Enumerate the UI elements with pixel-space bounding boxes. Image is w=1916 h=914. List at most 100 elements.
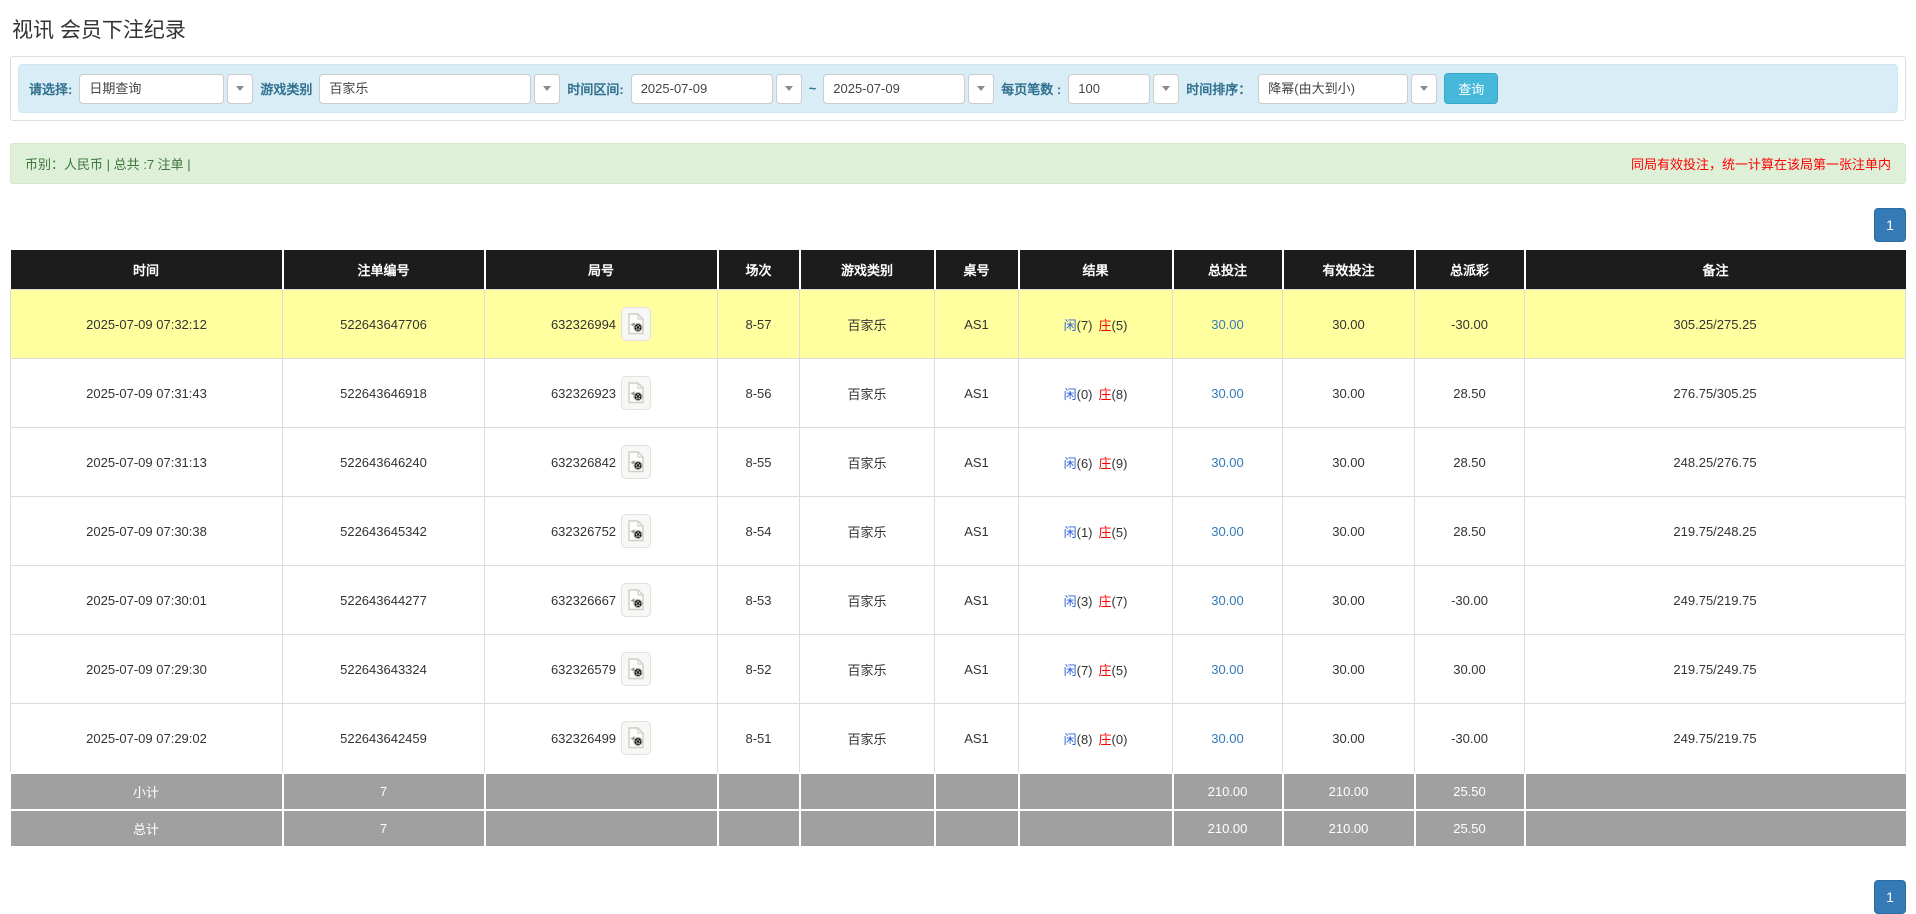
cell-time: 2025-07-09 07:30:01: [10, 565, 283, 635]
video-replay-icon[interactable]: [621, 445, 652, 479]
total-bet-link[interactable]: 30.00: [1211, 317, 1244, 332]
result-banker-score: (5): [1111, 317, 1128, 333]
date-from-select[interactable]: 2025-07-09: [630, 73, 802, 104]
total-bet-link[interactable]: 30.00: [1211, 386, 1244, 401]
sort-order-select[interactable]: 降幂(由大到小): [1258, 73, 1438, 104]
subtotal-row: 小计 7 210.00 210.00 25.50: [10, 772, 1906, 810]
cell-remark: 249.75/219.75: [1524, 703, 1906, 774]
cell-remark: 305.25/275.25: [1524, 289, 1906, 359]
video-replay-icon[interactable]: [621, 376, 652, 410]
cell-table-id: AS1: [934, 496, 1019, 566]
cell-session: 8-56: [717, 358, 800, 428]
result-player-label: 闲: [1063, 731, 1077, 747]
chevron-down-icon[interactable]: [534, 73, 561, 104]
result-player-score: (1): [1076, 524, 1093, 540]
result-banker-score: (9): [1111, 455, 1128, 471]
result-player-score: (6): [1076, 455, 1093, 471]
total-bet-link[interactable]: 30.00: [1211, 731, 1244, 746]
video-replay-icon[interactable]: [621, 652, 652, 686]
table-header-row: 时间 注单编号 局号 场次 游戏类别 桌号 结果 总投注 有效投注 总派彩 备注: [10, 250, 1906, 290]
video-replay-icon[interactable]: [621, 514, 652, 548]
cell-game-type: 百家乐: [799, 496, 935, 566]
cell-remark: 219.75/249.75: [1524, 634, 1906, 704]
sort-order-label: 时间排序：: [1186, 82, 1252, 97]
chevron-down-icon[interactable]: [968, 73, 995, 104]
header-payout: 总派彩: [1413, 250, 1525, 290]
cell-valid-bet: 30.00: [1282, 289, 1415, 359]
cell-result: 闲(6) 庄(9): [1018, 427, 1173, 497]
chevron-down-icon[interactable]: [775, 73, 802, 104]
cell-game-type: 百家乐: [799, 289, 935, 359]
cell-session: 8-53: [717, 565, 800, 635]
tilde-separator: ~: [808, 81, 817, 96]
round-id-text: 632326923: [550, 385, 617, 401]
date-from-value[interactable]: 2025-07-09: [630, 73, 773, 104]
cell-round-id: 632326842: [484, 427, 718, 497]
chevron-down-icon[interactable]: [1411, 73, 1438, 104]
total-bet-link[interactable]: 30.00: [1211, 524, 1244, 539]
cell-remark: 248.25/276.75: [1524, 427, 1906, 497]
table-row: 2025-07-09 07:29:30 522643643324 632326579…: [10, 634, 1906, 704]
cell-result: 闲(0) 庄(8): [1018, 358, 1173, 428]
round-id-text: 632326667: [550, 592, 617, 608]
cell-time: 2025-07-09 07:32:12: [10, 289, 283, 359]
cell-round-id: 632326923: [484, 358, 718, 428]
total-total-bet: 210.00: [1171, 809, 1284, 846]
cell-round-id: 632326667: [484, 565, 718, 635]
sort-order-value[interactable]: 降幂(由大到小): [1258, 73, 1409, 104]
cell-time: 2025-07-09 07:31:13: [10, 427, 283, 497]
page-size-select[interactable]: 100: [1068, 73, 1180, 104]
cell-session: 8-52: [717, 634, 800, 704]
round-id-group: 632326923: [550, 376, 652, 410]
cell-total-bet: 30.00: [1172, 496, 1283, 566]
cell-session: 8-55: [717, 427, 800, 497]
query-type-value[interactable]: 日期查询: [79, 73, 225, 104]
round-id-group: 632326842: [550, 445, 652, 479]
page-1-button[interactable]: 1: [1874, 880, 1906, 914]
video-replay-icon[interactable]: [621, 307, 652, 341]
round-id-group: 632326579: [550, 652, 652, 686]
total-bet-link[interactable]: 30.00: [1211, 455, 1244, 470]
round-id-text: 632326842: [550, 454, 617, 470]
total-bet-link[interactable]: 30.00: [1211, 662, 1244, 677]
cell-payout: -30.00: [1414, 289, 1525, 359]
total-count: 7: [281, 809, 486, 846]
cell-remark: 276.75/305.25: [1524, 358, 1906, 428]
cell-time: 2025-07-09 07:29:30: [10, 634, 283, 704]
search-button[interactable]: 查询: [1444, 73, 1499, 104]
subtotal-count: 7: [281, 772, 486, 810]
game-type-label: 游戏类别: [260, 82, 313, 97]
video-replay-icon[interactable]: [621, 583, 652, 617]
result-banker-label: 庄: [1098, 524, 1112, 540]
round-id-text: 632326994: [550, 316, 617, 332]
query-type-select[interactable]: 日期查询: [79, 73, 254, 104]
chevron-down-icon[interactable]: [227, 73, 254, 104]
total-label: 总计: [10, 809, 284, 846]
filter-container: 请选择: 日期查询 游戏类别 百家乐 时间区间: 2025-07-09 ~ 20…: [10, 56, 1906, 121]
result-player-label: 闲: [1063, 524, 1077, 540]
chevron-down-icon[interactable]: [1153, 73, 1180, 104]
cell-table-id: AS1: [934, 703, 1019, 774]
page-1-button[interactable]: 1: [1874, 208, 1906, 242]
cell-valid-bet: 30.00: [1282, 427, 1415, 497]
round-id-text: 632326579: [550, 661, 617, 677]
time-range-label: 时间区间:: [567, 82, 624, 97]
result-banker-label: 庄: [1098, 662, 1112, 678]
game-type-select[interactable]: 百家乐: [319, 73, 561, 104]
date-to-select[interactable]: 2025-07-09: [823, 73, 995, 104]
page-size-value[interactable]: 100: [1068, 73, 1151, 104]
header-round-id: 局号: [483, 250, 718, 290]
bet-records-table: 时间 注单编号 局号 场次 游戏类别 桌号 结果 总投注 有效投注 总派彩 备注…: [10, 250, 1906, 846]
cell-result: 闲(7) 庄(5): [1018, 289, 1173, 359]
date-to-value[interactable]: 2025-07-09: [823, 73, 966, 104]
subtotal-valid-bet: 210.00: [1281, 772, 1416, 810]
result-player-label: 闲: [1063, 317, 1077, 333]
cell-total-bet: 30.00: [1172, 634, 1283, 704]
total-bet-link[interactable]: 30.00: [1211, 593, 1244, 608]
cell-remark: 249.75/219.75: [1524, 565, 1906, 635]
cell-table-id: AS1: [934, 427, 1019, 497]
game-type-value[interactable]: 百家乐: [319, 73, 532, 104]
table-row: 2025-07-09 07:30:38 522643645342 632326752…: [10, 496, 1906, 566]
total-row: 总计 7 210.00 210.00 25.50: [10, 809, 1906, 846]
video-replay-icon[interactable]: [621, 721, 652, 755]
